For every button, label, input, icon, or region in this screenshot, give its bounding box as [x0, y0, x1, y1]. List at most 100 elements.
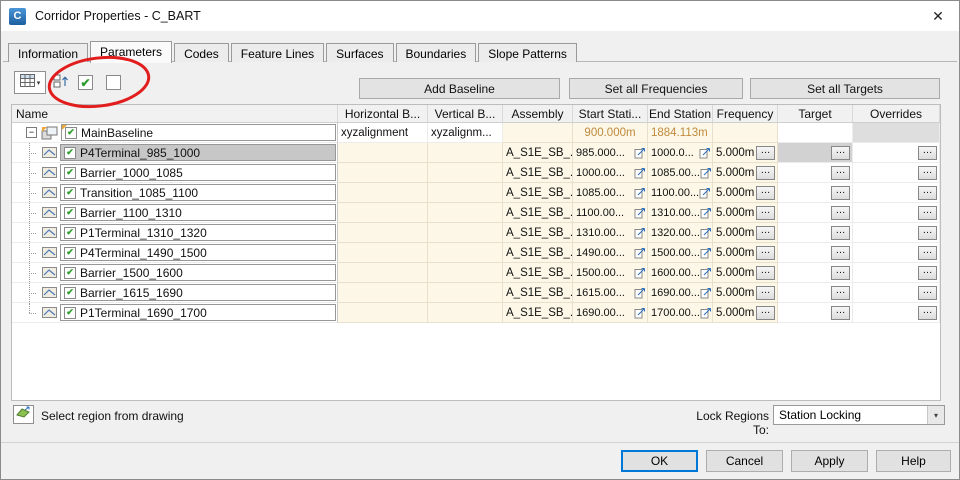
region-target-cell[interactable]: …: [778, 283, 853, 303]
pick-station-icon[interactable]: [634, 287, 646, 299]
region-start-station-cell[interactable]: 1310.00...: [573, 223, 648, 243]
region-assembly-cell[interactable]: A_S1E_SB_...: [503, 203, 573, 223]
pick-station-icon[interactable]: [700, 167, 712, 179]
frequency-ellipsis-button[interactable]: …: [756, 145, 775, 160]
target-ellipsis-button[interactable]: …: [831, 145, 850, 160]
tab-codes[interactable]: Codes: [174, 43, 229, 62]
region-end-station-cell[interactable]: 1085.00...: [648, 163, 713, 183]
region-name-box[interactable]: ✔ Barrier_1100_1310: [60, 204, 336, 221]
check-all-regions-button[interactable]: ✔: [76, 73, 95, 92]
region-start-station-cell[interactable]: 985.000...: [573, 143, 648, 163]
region-assembly-cell[interactable]: A_S1E_SB_...: [503, 183, 573, 203]
region-overrides-cell[interactable]: …: [853, 163, 940, 183]
apply-button[interactable]: Apply: [791, 450, 868, 472]
region-checkbox[interactable]: ✔: [64, 146, 76, 159]
overrides-ellipsis-button[interactable]: …: [918, 165, 937, 180]
target-ellipsis-button[interactable]: …: [831, 165, 850, 180]
lock-regions-dropdown[interactable]: Station Locking ▾: [773, 405, 945, 425]
region-assembly-cell[interactable]: A_S1E_SB_...: [503, 143, 573, 163]
frequency-ellipsis-button[interactable]: …: [756, 245, 775, 260]
tab-parameters[interactable]: Parameters: [90, 41, 173, 63]
region-target-cell[interactable]: …: [778, 223, 853, 243]
region-row[interactable]: ✔ P1Terminal_1690_1700 A_S1E_SB_... 1690…: [12, 303, 940, 323]
station-view-dropdown-button[interactable]: ▾: [14, 71, 46, 94]
select-region-from-drawing-button[interactable]: [13, 405, 34, 424]
region-overrides-cell[interactable]: …: [853, 183, 940, 203]
region-overrides-cell[interactable]: …: [853, 243, 940, 263]
frequency-ellipsis-button[interactable]: …: [756, 205, 775, 220]
baseline-name-box[interactable]: ✔ MainBaseline: [61, 124, 336, 141]
frequency-ellipsis-button[interactable]: …: [756, 165, 775, 180]
region-start-station-cell[interactable]: 1490.00...: [573, 243, 648, 263]
region-checkbox[interactable]: ✔: [64, 246, 76, 259]
tab-slope-patterns[interactable]: Slope Patterns: [478, 43, 577, 62]
collapse-all-button[interactable]: [50, 73, 72, 93]
pick-station-icon[interactable]: [634, 207, 646, 219]
baseline-checkbox[interactable]: ✔: [65, 126, 77, 139]
baseline-horizontal-cell[interactable]: xyzalignment: [338, 123, 428, 143]
region-frequency-cell[interactable]: 5.000m …: [713, 303, 778, 323]
set-all-frequencies-button[interactable]: Set all Frequencies: [569, 78, 743, 99]
target-ellipsis-button[interactable]: …: [831, 185, 850, 200]
region-row[interactable]: ✔ P4Terminal_985_1000 A_S1E_SB_... 985.0…: [12, 143, 940, 163]
target-ellipsis-button[interactable]: …: [831, 285, 850, 300]
col-header-horizontal-baseline[interactable]: Horizontal B...: [338, 105, 428, 122]
region-name-box[interactable]: ✔ Barrier_1615_1690: [60, 284, 336, 301]
region-frequency-cell[interactable]: 5.000m …: [713, 163, 778, 183]
region-row[interactable]: ✔ Transition_1085_1100 A_S1E_SB_... 1085…: [12, 183, 940, 203]
region-checkbox[interactable]: ✔: [64, 286, 76, 299]
col-header-name[interactable]: Name: [12, 105, 338, 122]
region-checkbox[interactable]: ✔: [64, 166, 76, 179]
region-start-station-cell[interactable]: 1500.00...: [573, 263, 648, 283]
col-header-start-station[interactable]: Start Stati...: [573, 105, 648, 122]
pick-station-icon[interactable]: [700, 247, 712, 259]
region-start-station-cell[interactable]: 1100.00...: [573, 203, 648, 223]
region-end-station-cell[interactable]: 1320.00...: [648, 223, 713, 243]
region-row[interactable]: ✔ Barrier_1500_1600 A_S1E_SB_... 1500.00…: [12, 263, 940, 283]
region-overrides-cell[interactable]: …: [853, 283, 940, 303]
target-ellipsis-button[interactable]: …: [831, 305, 850, 320]
region-overrides-cell[interactable]: …: [853, 203, 940, 223]
region-row[interactable]: ✔ Barrier_1000_1085 A_S1E_SB_... 1000.00…: [12, 163, 940, 183]
region-name-box[interactable]: ✔ Transition_1085_1100: [60, 184, 336, 201]
overrides-ellipsis-button[interactable]: …: [918, 245, 937, 260]
pick-station-icon[interactable]: [700, 267, 712, 279]
region-target-cell[interactable]: …: [778, 243, 853, 263]
region-frequency-cell[interactable]: 5.000m …: [713, 223, 778, 243]
ok-button[interactable]: OK: [621, 450, 698, 472]
pick-station-icon[interactable]: [700, 287, 712, 299]
region-frequency-cell[interactable]: 5.000m …: [713, 283, 778, 303]
region-start-station-cell[interactable]: 1000.00...: [573, 163, 648, 183]
region-assembly-cell[interactable]: A_S1E_SB_...: [503, 243, 573, 263]
region-end-station-cell[interactable]: 1000.0...: [648, 143, 713, 163]
region-assembly-cell[interactable]: A_S1E_SB_...: [503, 223, 573, 243]
region-checkbox[interactable]: ✔: [64, 226, 76, 239]
region-name-box[interactable]: ✔ Barrier_1000_1085: [60, 164, 336, 181]
pick-station-icon[interactable]: [634, 167, 646, 179]
target-ellipsis-button[interactable]: …: [831, 225, 850, 240]
region-overrides-cell[interactable]: …: [853, 223, 940, 243]
region-frequency-cell[interactable]: 5.000m …: [713, 263, 778, 283]
target-ellipsis-button[interactable]: …: [831, 245, 850, 260]
pick-station-icon[interactable]: [700, 307, 712, 319]
tree-collapse-icon[interactable]: −: [26, 127, 37, 138]
region-target-cell[interactable]: …: [778, 143, 853, 163]
col-header-overrides[interactable]: Overrides: [853, 105, 940, 122]
col-header-target[interactable]: Target: [778, 105, 853, 122]
help-button[interactable]: Help: [876, 450, 951, 472]
region-target-cell[interactable]: …: [778, 163, 853, 183]
target-ellipsis-button[interactable]: …: [831, 205, 850, 220]
col-header-assembly[interactable]: Assembly: [503, 105, 573, 122]
region-target-cell[interactable]: …: [778, 263, 853, 283]
region-assembly-cell[interactable]: A_S1E_SB_...: [503, 283, 573, 303]
target-ellipsis-button[interactable]: …: [831, 265, 850, 280]
region-target-cell[interactable]: …: [778, 203, 853, 223]
region-assembly-cell[interactable]: A_S1E_SB_...: [503, 303, 573, 323]
region-assembly-cell[interactable]: A_S1E_SB_...: [503, 163, 573, 183]
region-checkbox[interactable]: ✔: [64, 206, 76, 219]
region-end-station-cell[interactable]: 1600.00...: [648, 263, 713, 283]
pick-station-icon[interactable]: [699, 187, 711, 199]
region-target-cell[interactable]: …: [778, 303, 853, 323]
pick-station-icon[interactable]: [700, 207, 712, 219]
region-end-station-cell[interactable]: 1310.00...: [648, 203, 713, 223]
